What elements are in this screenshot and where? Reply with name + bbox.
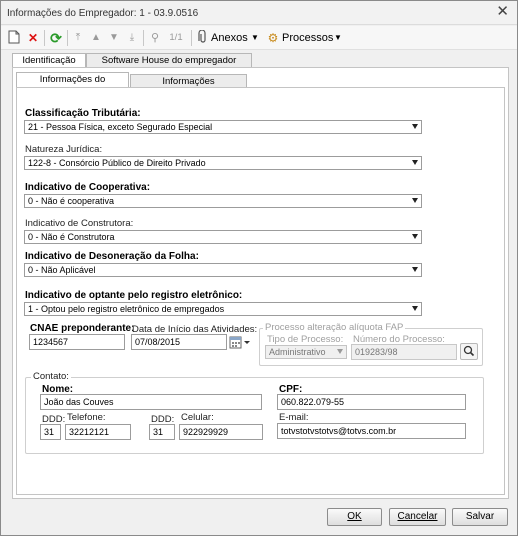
dropdown-arrow-icon (412, 267, 418, 272)
cooperativa-label: Indicativo de Cooperativa: (25, 182, 151, 193)
numero-processo-input[interactable]: 019283/98 (351, 344, 457, 360)
gears-icon: ⚙ (267, 31, 279, 45)
toolbar-separator (67, 30, 68, 46)
registro-value: 1 - Optou pelo registro eletrônico de em… (28, 304, 225, 314)
window-title: Informações do Empregador: 1 - 03.9.0516 (7, 8, 199, 19)
nome-input[interactable]: João das Couves (40, 394, 262, 410)
ddd-telefone-value: 31 (44, 427, 55, 437)
dropdown-arrow-icon (412, 198, 418, 203)
construtora-select[interactable]: 0 - Não é Construtora (24, 230, 422, 244)
telefone-input[interactable]: 32212121 (65, 424, 131, 440)
salvar-button-label: Salvar (465, 511, 495, 522)
next-record-icon[interactable]: ▼ (107, 30, 121, 46)
cnae-label: CNAE preponderante: (30, 323, 135, 334)
registro-select[interactable]: 1 - Optou pelo registro eletrônico de em… (24, 302, 422, 316)
tab-identificacao[interactable]: Identificação (12, 53, 86, 68)
ddd-celular-input[interactable]: 31 (149, 424, 175, 440)
celular-value: 922929929 (183, 427, 229, 437)
ddd-celular-value: 31 (153, 427, 164, 437)
telefone-label: Telefone: (67, 412, 106, 423)
cnae-input[interactable]: 1234567 (29, 334, 125, 350)
desoneracao-select[interactable]: 0 - Não Aplicável (24, 263, 422, 277)
numero-processo-value: 019283/98 (355, 347, 398, 357)
dropdown-arrow-icon (412, 306, 418, 311)
page-indicator: 1/1 (169, 32, 183, 43)
refresh-icon[interactable]: ⟳ (48, 30, 64, 46)
first-record-icon[interactable]: ⤒ (71, 30, 85, 46)
email-value: totvstotvstotvs@totvs.com.br (281, 426, 397, 436)
close-icon[interactable]: ✕ (496, 4, 509, 20)
desoneracao-label: Indicativo de Desoneração da Folha: (25, 251, 199, 262)
classificacao-select[interactable]: 21 - Pessoa Física, exceto Segurado Espe… (24, 120, 422, 134)
data-inicio-input[interactable]: 07/08/2015 (131, 334, 227, 350)
calendar-icon[interactable] (229, 336, 251, 350)
delete-icon[interactable]: ✕ (26, 30, 40, 46)
cancelar-button[interactable]: Cancelar (389, 508, 446, 526)
toolbar-separator (143, 30, 144, 46)
data-inicio-value: 07/08/2015 (135, 337, 181, 347)
dropdown-arrow-icon (337, 349, 343, 354)
nome-value: João das Couves (44, 397, 114, 407)
chevron-down-icon[interactable]: ▼ (250, 30, 260, 46)
telefone-value: 32212121 (69, 427, 110, 437)
celular-label: Celular: (181, 412, 214, 423)
contato-title: Contato: (31, 371, 71, 382)
cpf-value: 060.822.079-55 (281, 397, 345, 407)
natureza-label: Natureza Jurídica: (25, 144, 103, 155)
binoculars-icon[interactable]: ⚲ (147, 30, 163, 46)
dropdown-arrow-icon (412, 234, 418, 239)
ddd-telefone-input[interactable]: 31 (40, 424, 61, 440)
anexos-menu[interactable]: Anexos (211, 30, 249, 46)
processos-menu[interactable]: Processos (282, 30, 333, 46)
dialog-window: Informações do Empregador: 1 - 03.9.0516… (0, 0, 518, 536)
registro-label: Indicativo de optante pelo registro elet… (25, 290, 243, 301)
ok-button[interactable]: OK (327, 508, 382, 526)
celular-input[interactable]: 922929929 (179, 424, 263, 440)
search-process-button[interactable] (460, 343, 478, 360)
tipo-processo-label: Tipo de Processo: (267, 334, 344, 345)
email-input[interactable]: totvstotvstotvs@totvs.com.br (277, 423, 466, 439)
processo-fap-title: Processo alteração alíquota FAP (263, 322, 406, 333)
cooperativa-value: 0 - Não é cooperativa (28, 196, 115, 206)
cnae-value: 1234567 (33, 337, 69, 347)
cancelar-button-label: Cancelar (397, 511, 438, 522)
last-record-icon[interactable]: ⤓ (125, 30, 139, 46)
toolbar-separator (44, 30, 45, 46)
ok-button-label: OK (347, 511, 362, 522)
email-label: E-mail: (279, 412, 309, 423)
tab-software-house[interactable]: Software House do empregador (86, 53, 252, 68)
desoneracao-value: 0 - Não Aplicável (28, 265, 96, 275)
new-document-icon[interactable] (7, 30, 21, 46)
toolbar: ✕ ⟳ ⤒ ▲ ▼ ⤓ ⚲ 1/1 Anexos ▼ ⚙ Processos ▼ (1, 26, 517, 50)
cpf-input[interactable]: 060.822.079-55 (277, 394, 466, 410)
construtora-label: Indicativo de Construtora: (25, 218, 134, 229)
chevron-down-icon[interactable]: ▼ (333, 30, 343, 46)
dropdown-arrow-icon (412, 124, 418, 129)
paperclip-icon (197, 29, 209, 46)
toolbar-separator (191, 30, 192, 46)
classificacao-label: Classificação Tributária: (25, 108, 141, 119)
tab-informacoes-complementares[interactable]: Informações Complementares (130, 74, 247, 101)
previous-record-icon[interactable]: ▲ (89, 30, 103, 46)
cooperativa-select[interactable]: 0 - Não é cooperativa (24, 194, 422, 208)
classificacao-value: 21 - Pessoa Física, exceto Segurado Espe… (28, 122, 213, 132)
tab-informacoes-empregador[interactable]: Informações do Empregador (16, 72, 129, 99)
dropdown-arrow-icon (412, 160, 418, 165)
salvar-button[interactable]: Salvar (452, 508, 508, 526)
natureza-value: 122-8 - Consórcio Público de Direito Pri… (28, 158, 206, 168)
title-bar: Informações do Empregador: 1 - 03.9.0516… (1, 1, 517, 25)
natureza-select[interactable]: 122-8 - Consórcio Público de Direito Pri… (24, 156, 422, 170)
tipo-processo-value: Administrativo (269, 347, 326, 357)
construtora-value: 0 - Não é Construtora (28, 232, 115, 242)
search-icon (463, 345, 475, 357)
tipo-processo-select[interactable]: Administrativo (265, 345, 347, 359)
